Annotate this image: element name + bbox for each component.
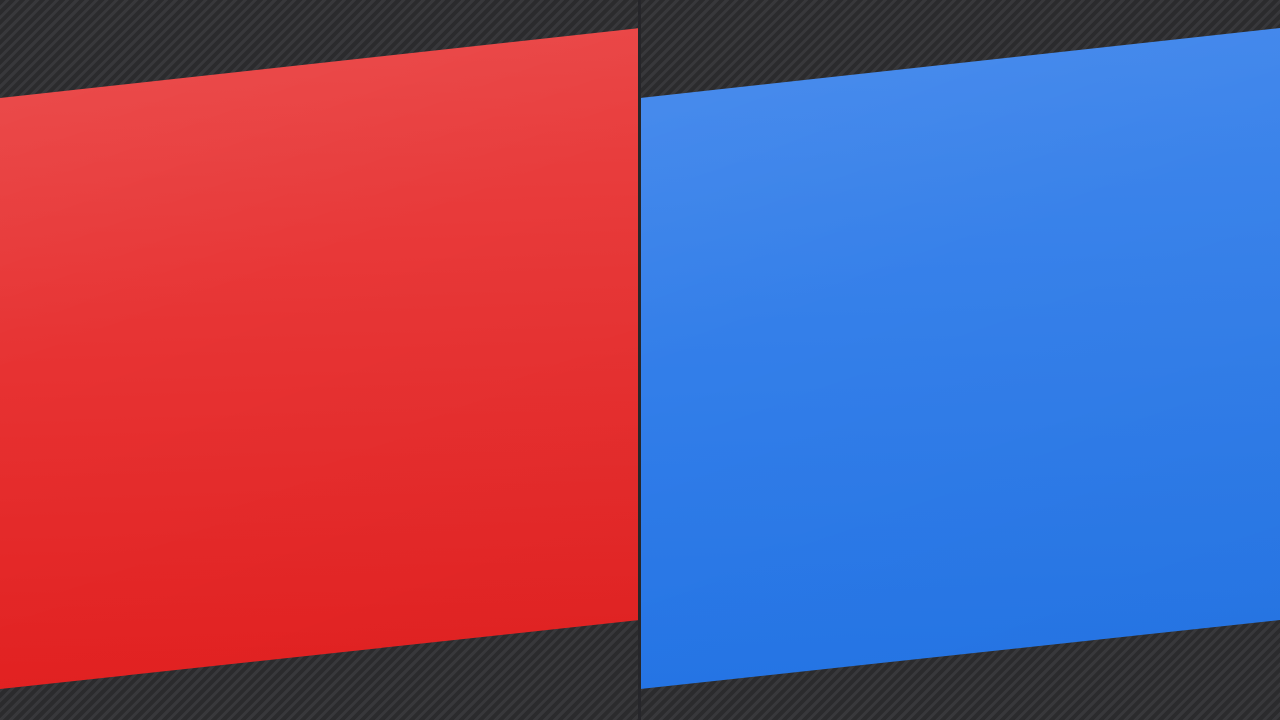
red-panel[interactable] — [0, 28, 640, 689]
center-divider — [638, 0, 641, 720]
right-half — [640, 0, 1280, 720]
split-view — [0, 0, 1280, 720]
left-half — [0, 0, 640, 720]
blue-panel[interactable] — [640, 28, 1280, 689]
